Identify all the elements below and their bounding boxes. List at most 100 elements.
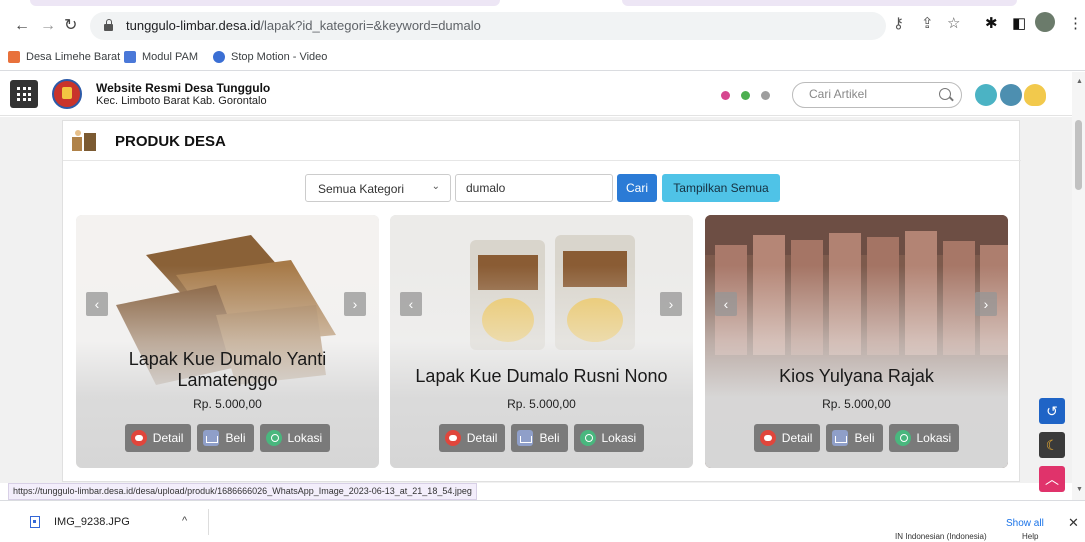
show-all-downloads-link[interactable]: Show all [1006,518,1044,529]
url-path: /lapak?id_kategori=&keyword=dumalo [260,18,481,33]
forward-arrow-icon[interactable]: → [40,16,56,36]
slider-dot[interactable] [761,91,770,100]
carousel-next-button[interactable]: › [660,292,682,316]
search-button[interactable]: Cari [617,174,657,202]
share-icon[interactable]: ⇪ [921,15,934,33]
buy-button[interactable]: Beli [197,424,254,452]
article-search[interactable] [792,82,962,108]
show-all-button[interactable]: Tampilkan Semua [662,174,780,202]
carousel-next-button[interactable]: › [344,292,366,316]
scroll-to-top-button[interactable]: ︿ [1039,466,1065,492]
extensions-icon[interactable]: ✱ [985,15,998,33]
chat-icon [759,430,776,446]
download-bar: IMG_9238.JPG ^ IN Indonesian (Indonesia)… [0,500,1085,542]
basket-icon [832,430,849,446]
detail-button[interactable]: Detail [438,424,506,452]
slider-dot[interactable] [721,91,730,100]
profile-avatar[interactable] [1035,12,1055,32]
back-icon[interactable]: ↺ [1039,398,1065,424]
menu-dots-icon[interactable]: ⋮ [1068,15,1083,33]
reload-icon[interactable]: ↻ [64,16,77,36]
carousel-next-button[interactable]: › [975,292,997,316]
close-icon[interactable]: ✕ [1068,515,1079,531]
chevron-up-icon[interactable]: ^ [182,515,187,527]
shop-icon [69,127,99,155]
bell-icon[interactable] [1024,84,1046,106]
chat-icon [444,430,461,446]
carousel-prev-button[interactable]: ‹ [86,292,108,316]
keyword-input[interactable] [455,174,613,202]
panel-header: PRODUK DESA [63,121,1021,161]
bookmark-modul-pam[interactable]: Modul PAM [124,51,198,63]
search-icon[interactable] [939,88,951,100]
product-card[interactable]: ‹ › Lapak Kue Dumalo Rusni Nono Rp. 5.00… [390,215,693,468]
slider-dot[interactable] [741,91,750,100]
buy-button[interactable]: Beli [826,424,883,452]
browser-toolbar: ← → ↻ tunggulo-limbar.desa.id/lapak?id_k… [0,0,1085,47]
buy-label: Beli [854,431,875,445]
category-select[interactable]: Semua Kategori ⌄ [305,174,451,202]
location-button[interactable]: Lokasi [573,424,645,452]
key-icon[interactable]: ⚷ [893,15,904,33]
product-name[interactable]: Lapak Kue Dumalo Yanti Lamatenggo [86,349,369,391]
product-card[interactable]: ‹ › Lapak Kue Dumalo Yanti Lamatenggo Rp… [76,215,379,468]
address-bar[interactable]: tunggulo-limbar.desa.id/lapak?id_kategor… [90,12,886,40]
location-button[interactable]: Lokasi [259,424,331,452]
chat-icon [130,430,147,446]
download-item[interactable]: IMG_9238.JPG [30,516,130,528]
bookmark-label: Desa Limehe Barat [26,51,121,63]
apps-grid-button[interactable] [10,80,38,108]
download-filename: IMG_9238.JPG [54,516,130,528]
tab-strip [0,0,1085,6]
scroll-up-icon[interactable]: ▲ [1076,78,1083,85]
site-header: Website Resmi Desa Tunggulo Kec. Limboto… [0,72,1072,116]
help-link[interactable]: Help [1022,532,1038,541]
page-title: PRODUK DESA [115,133,226,150]
bookmark-desa-limehe[interactable]: Desa Limehe Barat [8,51,120,63]
product-actions: Detail Beli Lokasi [76,424,379,452]
product-card[interactable]: ‹ › Kios Yulyana Rajak Rp. 5.000,00 Deta… [705,215,1008,468]
search-input[interactable] [809,87,929,101]
carousel-prev-button[interactable]: ‹ [400,292,422,316]
page-scrollbar[interactable]: ▲ ▼ [1072,72,1085,500]
location-button[interactable]: Lokasi [888,424,960,452]
detail-button[interactable]: Detail [753,424,821,452]
carousel-prev-button[interactable]: ‹ [715,292,737,316]
moon-icon[interactable]: ☾ [1039,432,1065,458]
product-actions: Detail Beli Lokasi [705,424,1008,452]
product-price: Rp. 5.000,00 [507,397,576,411]
product-name[interactable]: Lapak Kue Dumalo Rusni Nono [400,366,683,387]
home-icon[interactable] [975,84,997,106]
image-file-icon [30,516,40,528]
tab[interactable] [622,0,1017,6]
product-name[interactable]: Kios Yulyana Rajak [715,366,998,387]
lock-icon [104,19,113,31]
location-pin-icon [894,430,911,446]
detail-label: Detail [781,431,813,445]
site-title: Website Resmi Desa Tunggulo [96,81,271,95]
back-arrow-icon[interactable]: ← [14,16,30,36]
tab[interactable] [30,0,500,6]
globe-icon [213,51,225,63]
star-icon[interactable]: ☆ [947,15,960,33]
stats-icon[interactable] [1000,84,1022,106]
detail-button[interactable]: Detail [124,424,192,452]
basket-icon [517,430,534,446]
category-select-label: Semua Kategori [318,182,405,196]
sidepanel-icon[interactable]: ◧ [1012,15,1026,33]
chevron-down-icon: ⌄ [431,181,440,192]
location-label: Lokasi [916,431,952,445]
scrollbar-thumb[interactable] [1075,120,1082,190]
bookmark-favicon [8,51,20,63]
location-label: Lokasi [287,431,323,445]
product-price: Rp. 5.000,00 [193,397,262,411]
buy-button[interactable]: Beli [511,424,568,452]
buy-label: Beli [539,431,560,445]
product-actions: Detail Beli Lokasi [390,424,693,452]
url-text: tunggulo-limbar.desa.id/lapak?id_kategor… [126,18,481,33]
language-indicator[interactable]: IN Indonesian (Indonesia) [895,532,987,541]
bookmark-stop-motion[interactable]: Stop Motion - Video [213,51,327,63]
village-logo[interactable] [52,79,82,109]
product-price: Rp. 5.000,00 [822,397,891,411]
scroll-down-icon[interactable]: ▼ [1076,486,1083,493]
